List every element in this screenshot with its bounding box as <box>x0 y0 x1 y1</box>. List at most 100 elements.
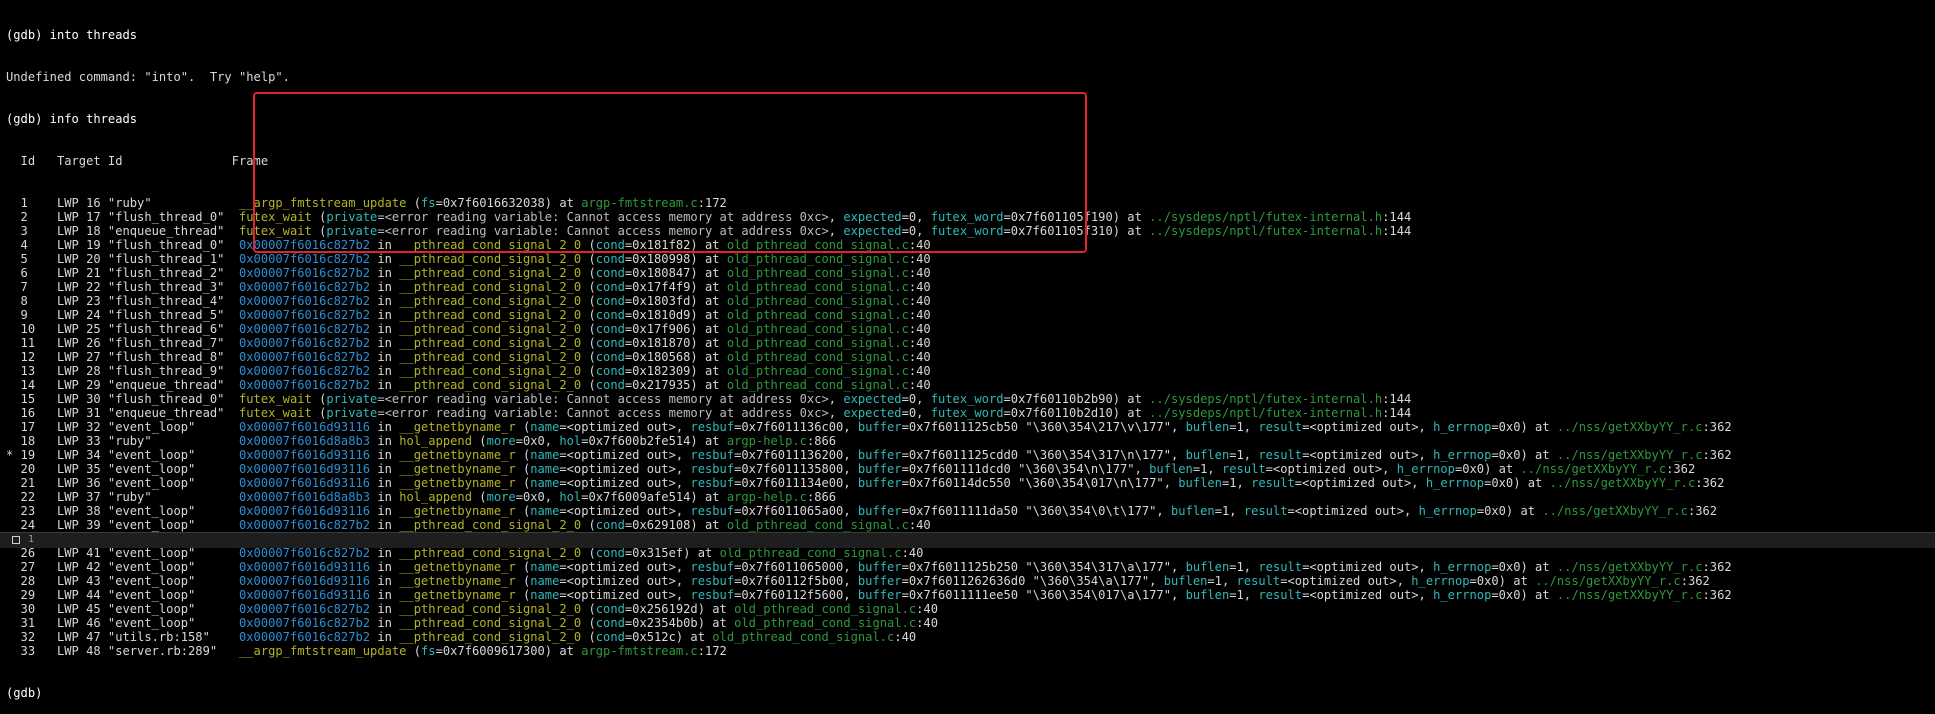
frame-text: ( <box>581 378 596 392</box>
thread-row[interactable]: 14 LWP 29 "enqueue_thread" 0x00007f6016c… <box>6 378 1931 392</box>
frame-text: , <box>828 392 844 406</box>
function-name: __pthread_cond_signal_2_0 <box>399 364 582 378</box>
function-name: __getnetbyname_r <box>399 574 516 588</box>
frame-text: :362 <box>1666 462 1696 476</box>
thread-row[interactable]: 8 LWP 23 "flush_thread_4" 0x00007f6016c8… <box>6 294 1931 308</box>
frame-address: 0x00007f6016c827b2 <box>239 602 371 616</box>
argument-name: h_errnop <box>1418 504 1477 518</box>
argument-name: cond <box>595 266 625 280</box>
thread-id-target: 21 LWP 36 "event_loop" <box>6 476 239 490</box>
frame-text: =0x7f600b2fe514) at <box>581 434 727 448</box>
frame-text: :40 <box>908 518 931 532</box>
frame-text: :40 <box>908 294 931 308</box>
frame-text: =0x0) at <box>1476 504 1543 518</box>
thread-id-target: 12 LWP 27 "flush_thread_8" <box>6 350 239 364</box>
frame-text: =0x182309) at <box>624 364 727 378</box>
source-file: old_pthread_cond_signal.c <box>726 518 909 532</box>
thread-row[interactable]: 3 LWP 18 "enqueue_thread" futex_wait (pr… <box>6 224 1931 238</box>
frame-text: :172 <box>697 196 727 210</box>
argument-name: cond <box>595 546 625 560</box>
frame-text: :362 <box>1695 476 1725 490</box>
frame-address: 0x00007f6016d93116 <box>239 420 371 434</box>
frame-text: ( <box>311 392 327 406</box>
argument-name: buffer <box>857 462 902 476</box>
thread-row[interactable]: 6 LWP 21 "flush_thread_2" 0x00007f6016c8… <box>6 266 1931 280</box>
thread-row[interactable]: 7 LWP 22 "flush_thread_3" 0x00007f6016c8… <box>6 280 1931 294</box>
frame-text: ( <box>311 210 327 224</box>
frame-text: :40 <box>908 336 931 350</box>
thread-row[interactable]: 23 LWP 38 "event_loop" 0x00007f6016d9311… <box>6 504 1931 518</box>
argument-name: buffer <box>857 448 902 462</box>
function-name: futex_wait <box>239 224 312 238</box>
frame-address: 0x00007f6016d8a8b3 <box>239 434 371 448</box>
thread-id-target: 26 LWP 41 "event_loop" <box>6 546 239 560</box>
thread-row[interactable]: 28 LWP 43 "event_loop" 0x00007f6016d9311… <box>6 574 1931 588</box>
thread-row[interactable]: 10 LWP 25 "flush_thread_6" 0x00007f6016c… <box>6 322 1931 336</box>
thread-id-target: 13 LWP 28 "flush_thread_9" <box>6 364 239 378</box>
thread-row[interactable]: 18 LWP 33 "ruby" 0x00007f6016d8a8b3 in h… <box>6 434 1931 448</box>
frame-text: =0x7f6011136c00, <box>734 420 858 434</box>
frame-text: =<optimized out>, <box>1287 504 1419 518</box>
thread-row[interactable]: 13 LWP 28 "flush_thread_9" 0x00007f6016c… <box>6 364 1931 378</box>
thread-row[interactable]: 32 LWP 47 "utils.rb:158" 0x00007f6016c82… <box>6 630 1931 644</box>
frame-text: =<optimized out>, <box>1302 448 1434 462</box>
gdb-prompt[interactable]: (gdb) <box>6 686 1931 700</box>
thread-row[interactable]: 20 LWP 35 "event_loop" 0x00007f6016d9311… <box>6 462 1931 476</box>
frame-text: ( <box>581 546 596 560</box>
thread-id-target: 7 LWP 22 "flush_thread_3" <box>6 280 239 294</box>
argument-name: expected <box>843 224 902 238</box>
thread-row[interactable]: 33 LWP 48 "server.rb:289" __argp_fmtstre… <box>6 644 1931 658</box>
argument-name: resbuf <box>690 462 735 476</box>
thread-id-target: 2 LWP 17 "flush_thread_0" <box>6 210 239 224</box>
gdb-terminal-output[interactable]: (gdb) into threads Undefined command: "i… <box>6 0 1931 700</box>
argument-name: expected <box>843 210 902 224</box>
thread-row[interactable]: 4 LWP 19 "flush_thread_0" 0x00007f6016c8… <box>6 238 1931 252</box>
thread-row[interactable]: 11 LWP 26 "flush_thread_7" 0x00007f6016c… <box>6 336 1931 350</box>
argument-name: h_errnop <box>1433 448 1492 462</box>
frame-address: 0x00007f6016c827b2 <box>239 378 371 392</box>
thread-row[interactable]: 29 LWP 44 "event_loop" 0x00007f6016d9311… <box>6 588 1931 602</box>
thread-row[interactable]: 26 LWP 41 "event_loop" 0x00007f6016c827b… <box>6 546 1931 560</box>
frame-text: :40 <box>908 238 931 252</box>
thread-id-target: 3 LWP 18 "enqueue_thread" <box>6 224 239 238</box>
frame-text: =0x17f4f9) at <box>624 280 727 294</box>
frame-address: 0x00007f6016c827b2 <box>239 518 371 532</box>
frame-text: ( <box>581 294 596 308</box>
argument-name: private <box>326 392 378 406</box>
thread-row[interactable]: 9 LWP 24 "flush_thread_5" 0x00007f6016c8… <box>6 308 1931 322</box>
thread-row[interactable]: 16 LWP 31 "enqueue_thread" futex_wait (p… <box>6 406 1931 420</box>
thread-row[interactable]: 1 LWP 16 "ruby" __argp_fmtstream_update … <box>6 196 1931 210</box>
thread-row[interactable]: 27 LWP 42 "event_loop" 0x00007f6016d9311… <box>6 560 1931 574</box>
thread-row[interactable]: 15 LWP 30 "flush_thread_0" futex_wait (p… <box>6 392 1931 406</box>
frame-text: =0x7f601111dcd0 "\360\354\n\177", <box>901 462 1150 476</box>
frame-address: 0x00007f6016c827b2 <box>239 252 371 266</box>
frame-text: =0x181870) at <box>624 336 727 350</box>
frame-address: 0x00007f6016d93116 <box>239 504 371 518</box>
thread-row[interactable]: * 19 LWP 34 "event_loop" 0x00007f6016d93… <box>6 448 1931 462</box>
thread-row[interactable]: 21 LWP 36 "event_loop" 0x00007f6016d9311… <box>6 476 1931 490</box>
frame-text: in <box>370 630 400 644</box>
frame-text: =<optimized out>, <box>559 476 691 490</box>
frame-address: 0x00007f6016c827b2 <box>239 364 371 378</box>
frame-text: in <box>370 308 400 322</box>
frame-address: 0x00007f6016d93116 <box>239 574 371 588</box>
frame-text: =<optimized out>, <box>559 588 691 602</box>
frame-text: :362 <box>1687 504 1718 518</box>
thread-row[interactable]: 22 LWP 37 "ruby" 0x00007f6016d8a8b3 in h… <box>6 490 1931 504</box>
argument-name: resbuf <box>690 574 735 588</box>
thread-row[interactable]: 5 LWP 20 "flush_thread_1" 0x00007f6016c8… <box>6 252 1931 266</box>
source-file: argp-fmtstream.c <box>581 644 698 658</box>
frame-address: 0x00007f6016c827b2 <box>239 322 371 336</box>
thread-row[interactable]: 24 LWP 39 "event_loop" 0x00007f6016c827b… <box>6 518 1931 532</box>
frame-text: =0x7f60112f5600, <box>734 588 858 602</box>
function-name: __getnetbyname_r <box>399 448 516 462</box>
thread-row[interactable]: 31 LWP 46 "event_loop" 0x00007f6016c827b… <box>6 616 1931 630</box>
thread-row[interactable]: 2 LWP 17 "flush_thread_0" futex_wait (pr… <box>6 210 1931 224</box>
thread-row[interactable]: 17 LWP 32 "event_loop" 0x00007f6016d9311… <box>6 420 1931 434</box>
thread-row[interactable]: 30 LWP 45 "event_loop" 0x00007f6016c827b… <box>6 602 1931 616</box>
frame-text: in <box>370 560 400 574</box>
frame-text: ( <box>581 252 596 266</box>
frame-text: =1, <box>1229 448 1259 462</box>
thread-row[interactable]: 12 LWP 27 "flush_thread_8" 0x00007f6016c… <box>6 350 1931 364</box>
function-name: __pthread_cond_signal_2_0 <box>399 630 582 644</box>
